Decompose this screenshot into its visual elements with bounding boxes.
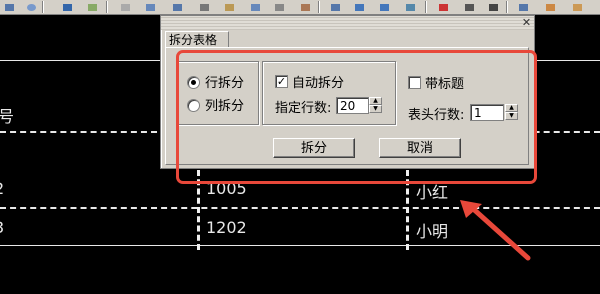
paste-icon[interactable] (222, 1, 237, 14)
table-cell-index: 2 (0, 179, 4, 198)
text-icon[interactable] (197, 1, 212, 14)
insert-icon[interactable] (143, 1, 158, 14)
close-icon[interactable]: ✕ (521, 17, 532, 28)
toolbar-separator (506, 1, 508, 13)
table-cell-name: 小明 (416, 222, 449, 241)
toolbar-separator (318, 1, 320, 13)
up-icon[interactable] (352, 1, 367, 14)
toolbar-separator (42, 1, 44, 13)
palette-icon[interactable] (543, 1, 558, 14)
image-icon[interactable] (85, 1, 100, 14)
dialog-titlebar[interactable]: ✕ (161, 16, 534, 30)
table-header-text: 号 (0, 107, 15, 126)
select-icon[interactable] (118, 1, 133, 14)
arrow-icon[interactable] (486, 1, 501, 14)
chart-icon[interactable] (403, 1, 418, 14)
window-icon[interactable] (516, 1, 531, 14)
edit-icon[interactable] (248, 1, 263, 14)
highlight-box (176, 50, 537, 184)
save-icon[interactable] (2, 1, 17, 14)
cut-icon[interactable] (272, 1, 287, 14)
toolbar-separator (106, 1, 108, 13)
table-icon[interactable] (170, 1, 185, 14)
tab-split-table[interactable]: 拆分表格 (165, 31, 229, 47)
table-cell-index: 3 (0, 218, 4, 237)
toolbar (0, 0, 600, 15)
down-icon[interactable] (377, 1, 392, 14)
bag-icon[interactable] (570, 1, 585, 14)
tool-icon[interactable] (462, 1, 477, 14)
flag-icon[interactable] (436, 1, 451, 14)
zoom-icon[interactable] (24, 1, 39, 14)
grid-icon[interactable] (60, 1, 75, 14)
toolbar-separator (425, 1, 427, 13)
annotation-arrow (460, 200, 531, 261)
table-cell-number: 1202 (206, 218, 247, 237)
calc-icon[interactable] (328, 1, 343, 14)
attribute-icon[interactable] (298, 1, 313, 14)
